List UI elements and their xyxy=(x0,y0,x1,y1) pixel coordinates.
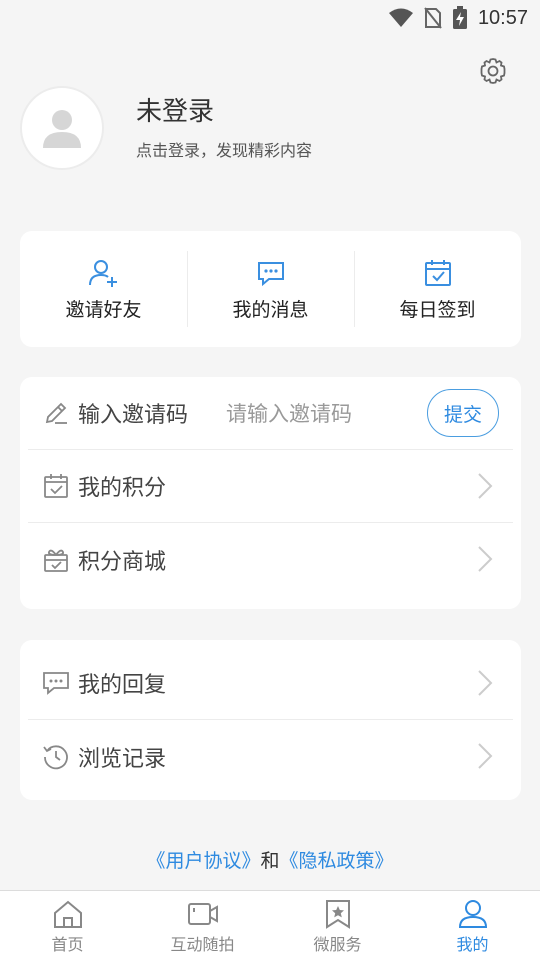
invite-code-label: 输入邀请码 xyxy=(78,403,189,428)
chat-icon xyxy=(257,261,284,286)
nav-home[interactable]: 首页 xyxy=(0,891,135,960)
activity-card: 我的回复 浏览记录 xyxy=(20,640,521,800)
my-points-row[interactable]: 我的积分 xyxy=(28,450,513,523)
points-mall-label: 积分商城 xyxy=(78,549,167,575)
daily-checkin-button[interactable]: 每日签到 xyxy=(354,251,521,327)
profile-header[interactable]: 未登录 点击登录，发现精彩内容 xyxy=(20,86,312,170)
daily-checkin-label: 每日签到 xyxy=(399,298,476,321)
chevron-right-icon xyxy=(478,670,493,696)
invite-friends-label: 邀请好友 xyxy=(65,298,142,321)
nav-interactive-snap[interactable]: 互动随拍 xyxy=(135,891,270,960)
submit-button[interactable]: 提交 xyxy=(427,389,499,437)
points-mall-row[interactable]: 积分商城 xyxy=(28,523,513,596)
my-points-label: 我的积分 xyxy=(78,476,167,501)
add-user-icon xyxy=(88,259,117,287)
nav-mine[interactable]: 我的 xyxy=(405,891,540,960)
chevron-right-icon xyxy=(478,546,493,572)
nav-micro-service[interactable]: 微服务 xyxy=(270,891,405,960)
browse-history-row[interactable]: 浏览记录 xyxy=(28,720,513,793)
pencil-icon xyxy=(45,402,67,424)
my-messages-button[interactable]: 我的消息 xyxy=(187,251,354,327)
invite-code-row: 输入邀请码 请输入邀请码 提交 xyxy=(28,377,513,450)
calendar-check-icon xyxy=(424,259,451,286)
default-avatar-icon xyxy=(43,110,81,148)
settings-gear-button[interactable] xyxy=(478,56,508,86)
chevron-right-icon xyxy=(478,473,493,499)
privacy-policy-link[interactable]: 《隐私政策》 xyxy=(280,850,394,872)
my-replies-label: 我的回复 xyxy=(78,673,167,698)
nav-home-label: 首页 xyxy=(51,935,84,954)
no-sim-icon xyxy=(424,7,442,29)
video-camera-icon xyxy=(187,903,218,925)
quick-actions-card: 邀请好友 我的消息 每日签到 xyxy=(20,231,521,347)
reply-bubble-icon xyxy=(43,672,69,695)
nav-mine-label: 我的 xyxy=(456,935,489,954)
status-time: 10:57 xyxy=(477,6,528,29)
home-icon xyxy=(53,900,82,928)
wifi-icon xyxy=(388,8,413,27)
invite-friends-button[interactable]: 邀请好友 xyxy=(20,251,187,327)
bottom-nav: 首页 互动随拍 微服务 我的 xyxy=(0,890,540,960)
bookmark-star-icon xyxy=(325,900,350,929)
battery-charging-icon xyxy=(452,6,467,29)
chevron-right-icon xyxy=(478,743,493,769)
login-status-title[interactable]: 未登录 xyxy=(136,95,312,129)
nav-interactive-snap-label: 互动随拍 xyxy=(170,935,235,954)
avatar[interactable] xyxy=(20,86,104,170)
my-replies-row[interactable]: 我的回复 xyxy=(28,647,513,720)
gift-box-icon xyxy=(44,549,68,572)
points-card: 输入邀请码 请输入邀请码 提交 我的积分 积分商城 xyxy=(20,377,521,609)
agreement-text: 《用户协议》和《隐私政策》 xyxy=(0,846,540,873)
my-messages-label: 我的消息 xyxy=(232,298,309,321)
points-calendar-icon xyxy=(44,474,68,498)
user-agreement-link[interactable]: 《用户协议》 xyxy=(146,850,260,872)
gear-icon xyxy=(480,58,506,84)
history-clock-icon xyxy=(43,744,68,769)
browse-history-label: 浏览记录 xyxy=(78,746,167,772)
nav-micro-service-label: 微服务 xyxy=(313,935,362,954)
agreement-and: 和 xyxy=(260,850,280,872)
invite-code-input[interactable]: 请输入邀请码 xyxy=(226,398,352,428)
login-prompt: 点击登录，发现精彩内容 xyxy=(136,141,313,160)
status-bar: 10:57 xyxy=(0,0,540,36)
user-icon xyxy=(458,900,487,928)
